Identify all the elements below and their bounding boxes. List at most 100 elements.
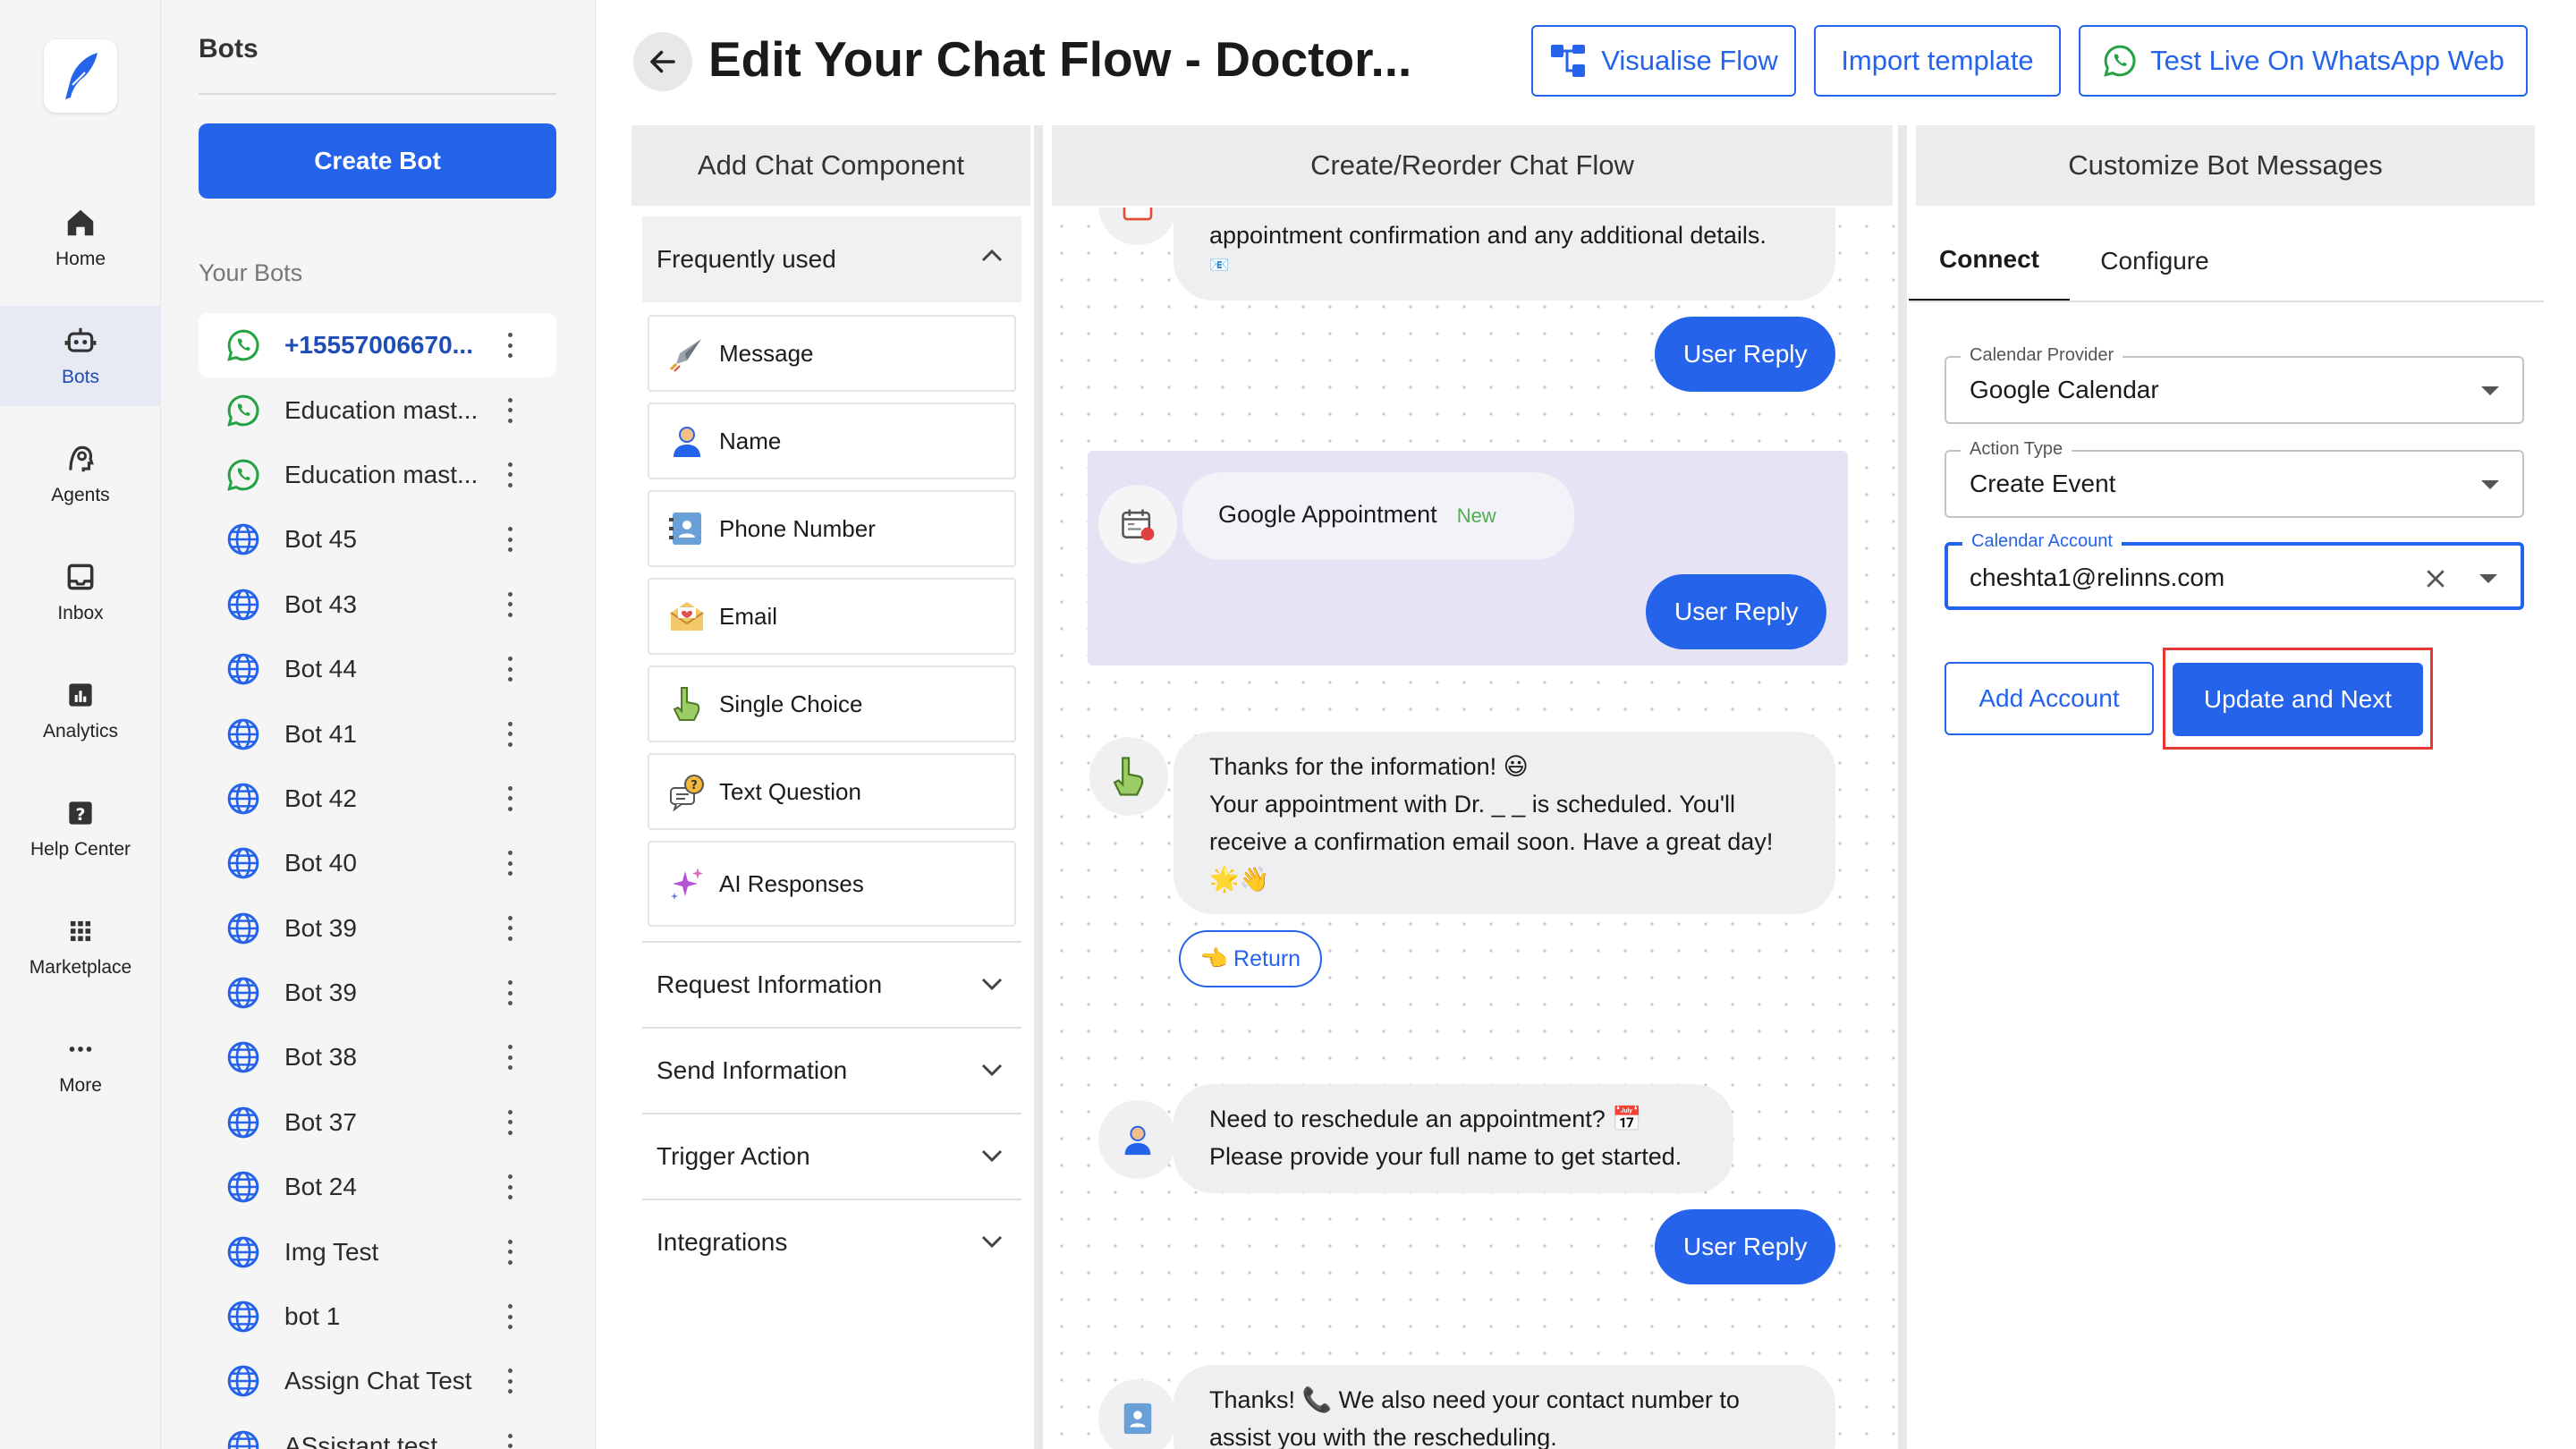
nav-bots[interactable]: Bots xyxy=(0,306,161,406)
chat-flow-header: Create/Reorder Chat Flow xyxy=(1052,125,1893,206)
kebab-menu-icon[interactable] xyxy=(501,459,519,491)
frequently-used-label: Frequently used xyxy=(657,245,836,273)
tab-configure[interactable]: Configure xyxy=(2080,220,2229,302)
column-divider[interactable] xyxy=(1898,125,1907,1449)
globe-icon xyxy=(227,718,259,750)
bot-list-item[interactable]: Bot 37 xyxy=(199,1090,556,1155)
component-message[interactable]: Message xyxy=(648,315,1016,392)
section-trigger-action[interactable]: Trigger Action xyxy=(642,1113,1021,1199)
bot-list-item[interactable]: Education mast... xyxy=(199,443,556,507)
bot-list-item[interactable]: Bot 41 xyxy=(199,701,556,766)
caret-down-icon xyxy=(2481,386,2499,395)
back-button[interactable] xyxy=(633,32,692,91)
component-text-question[interactable]: ? Text Question xyxy=(648,753,1016,830)
kebab-menu-icon[interactable] xyxy=(501,394,519,427)
envelope-icon xyxy=(670,602,704,631)
bot-list-item[interactable]: +15557006670... xyxy=(199,313,556,378)
kebab-menu-icon[interactable] xyxy=(501,1236,519,1268)
app-logo[interactable] xyxy=(44,39,117,113)
bot-list-item[interactable]: Img Test xyxy=(199,1219,556,1284)
reschedule-message-node[interactable]: Need to reschedule an appointment? 📅 Ple… xyxy=(1174,1084,1733,1193)
whatsapp-icon xyxy=(2104,45,2136,77)
kebab-menu-icon[interactable] xyxy=(501,523,519,555)
kebab-menu-icon[interactable] xyxy=(501,977,519,1009)
kebab-menu-icon[interactable] xyxy=(501,589,519,621)
tab-connect[interactable]: Connect xyxy=(1909,220,2070,302)
kebab-menu-icon[interactable] xyxy=(501,1430,519,1449)
kebab-menu-icon[interactable] xyxy=(501,329,519,361)
column-divider[interactable] xyxy=(1034,125,1043,1449)
update-and-next-button[interactable]: Update and Next xyxy=(2173,663,2423,736)
user-reply-button[interactable]: User Reply xyxy=(1655,1209,1836,1284)
calendar-provider-select[interactable]: Calendar Provider Google Calendar xyxy=(1945,345,2524,424)
user-reply-button[interactable]: User Reply xyxy=(1646,574,1827,649)
node-title: Google Appointment xyxy=(1218,501,1437,528)
nav-help-center[interactable]: ? Help Center xyxy=(0,778,161,878)
chevron-down-icon xyxy=(981,978,1003,991)
field-label: Calendar Provider xyxy=(1961,345,2123,366)
nav-inbox[interactable]: Inbox xyxy=(0,542,161,642)
thanks-message-node[interactable]: Thanks for the information! 😃 Your appoi… xyxy=(1174,732,1835,914)
kebab-menu-icon[interactable] xyxy=(501,653,519,685)
kebab-menu-icon[interactable] xyxy=(501,718,519,750)
caret-down-icon[interactable] xyxy=(2479,574,2497,583)
contact-message-node[interactable]: Thanks! 📞 We also need your contact numb… xyxy=(1174,1365,1835,1449)
component-phone-number[interactable]: Phone Number xyxy=(648,490,1016,567)
user-reply-button[interactable]: User Reply xyxy=(1655,317,1836,392)
visualise-flow-button[interactable]: Visualise Flow xyxy=(1531,25,1796,97)
kebab-menu-icon[interactable] xyxy=(501,783,519,815)
section-request-information[interactable]: Request Information xyxy=(642,941,1021,1027)
kebab-menu-icon[interactable] xyxy=(501,847,519,879)
nav-home[interactable]: Home xyxy=(0,188,161,288)
bot-list-item[interactable]: Bot 43 xyxy=(199,572,556,637)
bot-list-item[interactable]: Bot 39 xyxy=(199,896,556,961)
flow-message-node[interactable]: appointment confirmation and any additio… xyxy=(1174,208,1835,301)
your-bots-label: Your Bots xyxy=(199,259,303,286)
chat-flow-canvas[interactable]: appointment confirmation and any additio… xyxy=(1043,208,1894,1449)
bot-list-item[interactable]: Bot 44 xyxy=(199,637,556,701)
nav-more[interactable]: More xyxy=(0,1014,161,1114)
annotation-highlight-box: Update and Next xyxy=(2163,648,2433,750)
calendar-account-select[interactable]: Calendar Account xyxy=(1945,531,2524,610)
kebab-menu-icon[interactable] xyxy=(501,912,519,945)
create-bot-button[interactable]: Create Bot xyxy=(199,123,556,199)
bot-list-item[interactable]: bot 1 xyxy=(199,1284,556,1349)
nav-analytics[interactable]: Analytics xyxy=(0,660,161,760)
bot-list-item[interactable]: Bot 39 xyxy=(199,961,556,1025)
bot-name: Bot 24 xyxy=(284,1173,357,1201)
bot-list-item[interactable]: Education mast... xyxy=(199,377,556,442)
bot-list-item[interactable]: Assign Chat Test xyxy=(199,1349,556,1413)
test-whatsapp-button[interactable]: Test Live On WhatsApp Web xyxy=(2079,25,2528,97)
section-integrations[interactable]: Integrations xyxy=(642,1199,1021,1284)
bot-name: Img Test xyxy=(284,1237,379,1266)
bot-list-item[interactable]: Bot 42 xyxy=(199,767,556,831)
bot-list-item[interactable]: Bot 24 xyxy=(199,1155,556,1219)
calendar-account-input[interactable] xyxy=(1970,560,2453,596)
kebab-menu-icon[interactable] xyxy=(501,1106,519,1139)
bot-list-item[interactable]: ASsistant test xyxy=(199,1414,556,1449)
sparkles-icon xyxy=(671,868,703,900)
nav-agents[interactable]: Agents xyxy=(0,424,161,524)
action-type-select[interactable]: Action Type Create Event xyxy=(1945,439,2524,518)
component-name[interactable]: Name xyxy=(648,402,1016,479)
frequently-used-toggle[interactable]: Frequently used xyxy=(642,216,1021,302)
bot-name: bot 1 xyxy=(284,1302,341,1331)
add-account-button[interactable]: Add Account xyxy=(1945,662,2154,735)
kebab-menu-icon[interactable] xyxy=(501,1041,519,1073)
component-ai-responses[interactable]: AI Responses xyxy=(648,841,1016,927)
nav-marketplace[interactable]: Marketplace xyxy=(0,896,161,996)
bot-list-item[interactable]: Bot 38 xyxy=(199,1025,556,1089)
visualise-flow-label: Visualise Flow xyxy=(1601,45,1778,76)
close-icon[interactable] xyxy=(2422,565,2449,592)
section-send-information[interactable]: Send Information xyxy=(642,1027,1021,1113)
component-email[interactable]: Email xyxy=(648,578,1016,655)
google-appointment-node[interactable]: Google Appointment New xyxy=(1182,472,1574,560)
return-button[interactable]: 👈 Return xyxy=(1179,930,1322,987)
kebab-menu-icon[interactable] xyxy=(501,1171,519,1203)
kebab-menu-icon[interactable] xyxy=(501,1301,519,1333)
bot-list-item[interactable]: Bot 40 xyxy=(199,831,556,895)
component-single-choice[interactable]: Single Choice xyxy=(648,665,1016,742)
bot-list-item[interactable]: Bot 45 xyxy=(199,507,556,572)
kebab-menu-icon[interactable] xyxy=(501,1365,519,1397)
import-template-button[interactable]: Import template xyxy=(1814,25,2061,97)
